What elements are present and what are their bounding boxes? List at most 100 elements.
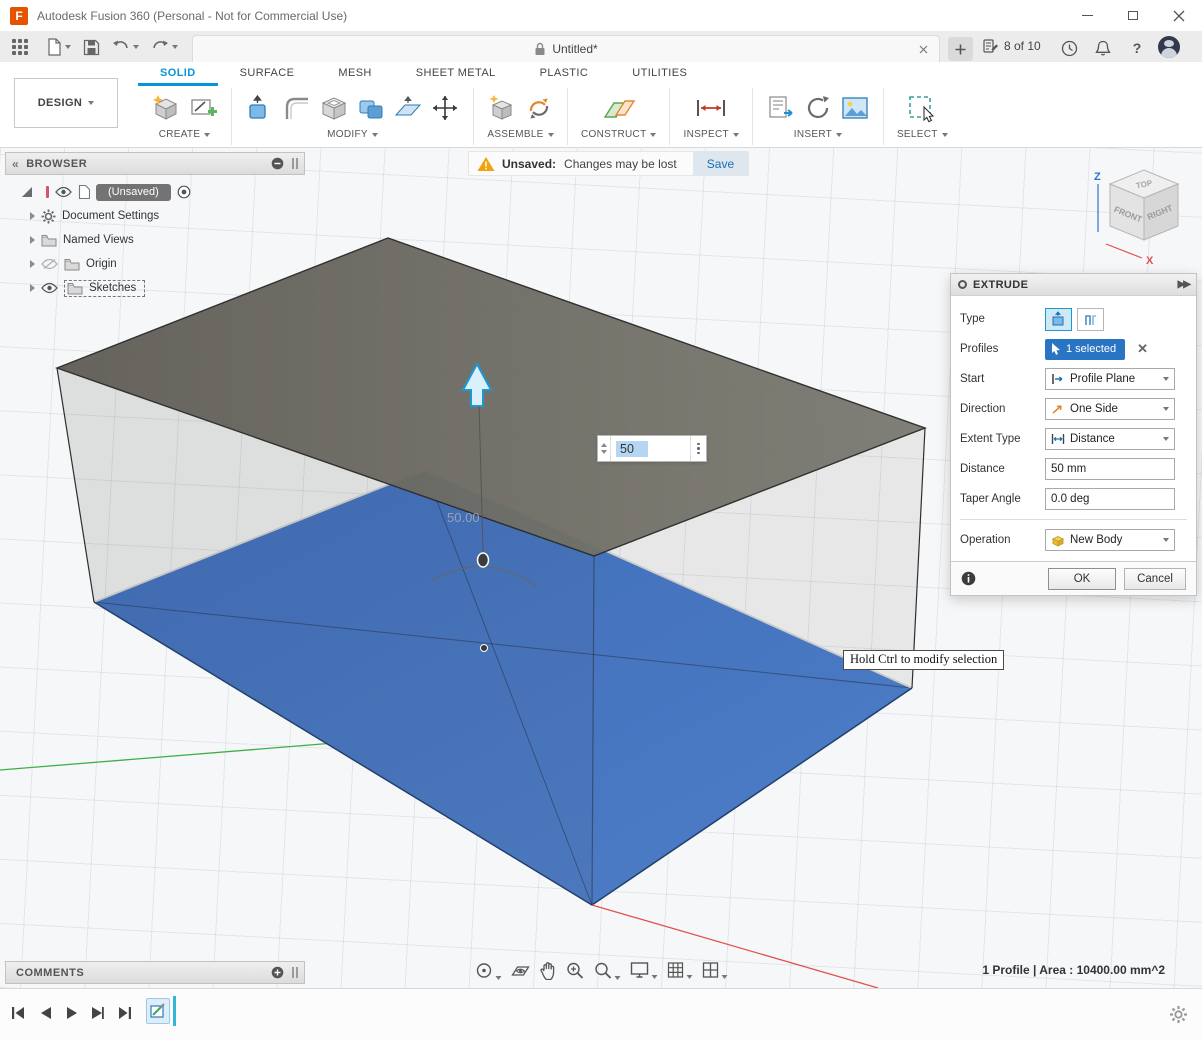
shell-button[interactable] xyxy=(319,93,349,123)
tab-utilities[interactable]: UTILITIES xyxy=(610,64,709,86)
new-tab-button[interactable] xyxy=(948,37,973,61)
profiles-selection-chip[interactable]: 1 selected xyxy=(1045,339,1125,360)
offset-face-button[interactable] xyxy=(393,93,423,123)
group-modify-menu[interactable]: MODIFY xyxy=(327,129,378,140)
orbit-button[interactable] xyxy=(475,961,502,980)
notifications-button[interactable] xyxy=(1092,38,1114,58)
tab-surface[interactable]: SURFACE xyxy=(218,64,317,86)
minimize-button[interactable] xyxy=(1064,0,1110,31)
display-settings-button[interactable] xyxy=(630,961,658,979)
group-create-menu[interactable]: CREATE xyxy=(159,129,211,140)
group-inspect-menu[interactable]: INSPECT xyxy=(683,129,738,140)
combine-button[interactable] xyxy=(356,93,386,123)
browser-panel-header[interactable]: « BROWSER xyxy=(5,152,305,175)
fillet-button[interactable] xyxy=(282,93,312,123)
extent-type-dropdown[interactable]: Distance xyxy=(1045,428,1175,450)
browser-item-named-views[interactable]: Named Views xyxy=(8,228,304,252)
type-extrude-button[interactable] xyxy=(1045,308,1072,331)
start-dropdown[interactable]: Profile Plane xyxy=(1045,368,1175,390)
app-grid-button[interactable] xyxy=(0,34,40,60)
taper-angle-input[interactable]: 0.0 deg xyxy=(1045,488,1175,510)
visibility-eye-icon[interactable] xyxy=(55,186,72,198)
timeline-position-marker[interactable] xyxy=(173,996,176,1026)
extrude-distance-input[interactable]: 50 xyxy=(597,435,707,462)
tab-mesh[interactable]: MESH xyxy=(316,64,393,86)
insert-derive-button[interactable] xyxy=(803,93,833,123)
history-button[interactable] xyxy=(1058,38,1080,58)
value-options-handle[interactable] xyxy=(690,436,706,461)
create-sketch-button[interactable] xyxy=(188,93,218,123)
info-icon[interactable] xyxy=(961,571,976,586)
viewports-button[interactable] xyxy=(702,961,728,979)
direction-dropdown[interactable]: One Side xyxy=(1045,398,1175,420)
cancel-button[interactable]: Cancel xyxy=(1124,568,1186,590)
comments-panel-header[interactable]: COMMENTS xyxy=(5,961,305,984)
operation-dropdown[interactable]: New Body xyxy=(1045,529,1175,551)
timeline-settings-button[interactable] xyxy=(1169,1005,1188,1024)
panel-minimize-icon[interactable] xyxy=(271,157,284,170)
activate-radio-icon[interactable] xyxy=(177,185,191,199)
group-insert-menu[interactable]: INSERT xyxy=(794,129,842,140)
type-thin-extrude-button[interactable] xyxy=(1077,308,1104,331)
visibility-off-eye-icon[interactable] xyxy=(41,258,58,270)
tab-solid[interactable]: SOLID xyxy=(138,64,218,86)
construct-plane-button[interactable] xyxy=(602,93,636,123)
insert-canvas-button[interactable] xyxy=(840,93,870,123)
group-assemble-menu[interactable]: ASSEMBLE xyxy=(487,129,553,140)
save-button[interactable] xyxy=(77,34,106,60)
save-document-button[interactable]: Save xyxy=(693,151,748,176)
look-at-button[interactable] xyxy=(511,961,531,979)
new-solid-button[interactable] xyxy=(151,93,181,123)
document-root-label[interactable]: (Unsaved) xyxy=(96,184,171,201)
tab-close-button[interactable] xyxy=(915,41,931,57)
browser-item-sketches[interactable]: Sketches xyxy=(8,276,304,300)
tab-plastic[interactable]: PLASTIC xyxy=(518,64,611,86)
workspace-selector[interactable]: DESIGN xyxy=(14,78,118,128)
value-spinner[interactable] xyxy=(598,436,611,461)
redo-button[interactable] xyxy=(145,34,184,60)
undo-button[interactable] xyxy=(106,34,145,60)
joint-button[interactable] xyxy=(524,93,554,123)
document-tab[interactable]: Untitled* xyxy=(192,35,940,62)
step-back-button[interactable] xyxy=(39,1005,52,1021)
expand-caret-icon[interactable] xyxy=(30,212,35,220)
browser-item-origin[interactable]: Origin xyxy=(8,252,304,276)
step-forward-button[interactable] xyxy=(91,1005,104,1021)
browser-root-row[interactable]: (Unsaved) xyxy=(8,180,304,204)
fit-button[interactable] xyxy=(594,961,621,980)
job-status[interactable]: 8 of 10 xyxy=(983,38,1041,54)
close-button[interactable] xyxy=(1156,0,1202,31)
zoom-button[interactable] xyxy=(566,961,585,980)
expand-caret-icon[interactable] xyxy=(30,236,35,244)
play-button[interactable] xyxy=(65,1005,78,1021)
pan-button[interactable] xyxy=(540,961,557,980)
collapse-panel-icon[interactable]: « xyxy=(12,157,19,171)
panel-grip[interactable] xyxy=(292,158,298,169)
spinner-up-icon[interactable] xyxy=(601,443,607,447)
distance-value-text[interactable]: 50 xyxy=(616,441,648,457)
file-menu-button[interactable] xyxy=(40,34,77,60)
clear-selection-icon[interactable]: ✕ xyxy=(1137,341,1148,357)
skip-to-end-button[interactable] xyxy=(117,1005,133,1021)
visibility-eye-icon[interactable] xyxy=(41,282,58,294)
group-construct-menu[interactable]: CONSTRUCT xyxy=(581,129,656,140)
move-copy-button[interactable] xyxy=(430,93,460,123)
help-button[interactable]: ? xyxy=(1126,38,1148,58)
model-viewport[interactable]: 50.00 « BROWSER (Unsaved) Document Setti… xyxy=(0,148,1202,988)
panel-grip[interactable] xyxy=(292,967,298,978)
new-component-button[interactable] xyxy=(487,93,517,123)
tab-sheet-metal[interactable]: SHEET METAL xyxy=(394,64,518,86)
browser-item-document-settings[interactable]: Document Settings xyxy=(8,204,304,228)
expand-caret-icon[interactable] xyxy=(30,284,35,292)
spinner-down-icon[interactable] xyxy=(601,450,607,454)
skip-to-start-button[interactable] xyxy=(10,1005,26,1021)
extrude-dialog-header[interactable]: EXTRUDE ▶▶ xyxy=(951,274,1196,296)
view-cube[interactable]: Z TOP FRONT RIGHT X xyxy=(1076,160,1196,268)
manipulator-origin-handle[interactable] xyxy=(478,553,489,567)
ok-button[interactable]: OK xyxy=(1048,568,1116,590)
maximize-button[interactable] xyxy=(1110,0,1156,31)
measure-button[interactable] xyxy=(694,93,728,123)
browser-filter-icon[interactable] xyxy=(22,187,32,197)
panel-expand-icon[interactable] xyxy=(271,966,284,979)
grid-snap-button[interactable] xyxy=(667,961,693,979)
